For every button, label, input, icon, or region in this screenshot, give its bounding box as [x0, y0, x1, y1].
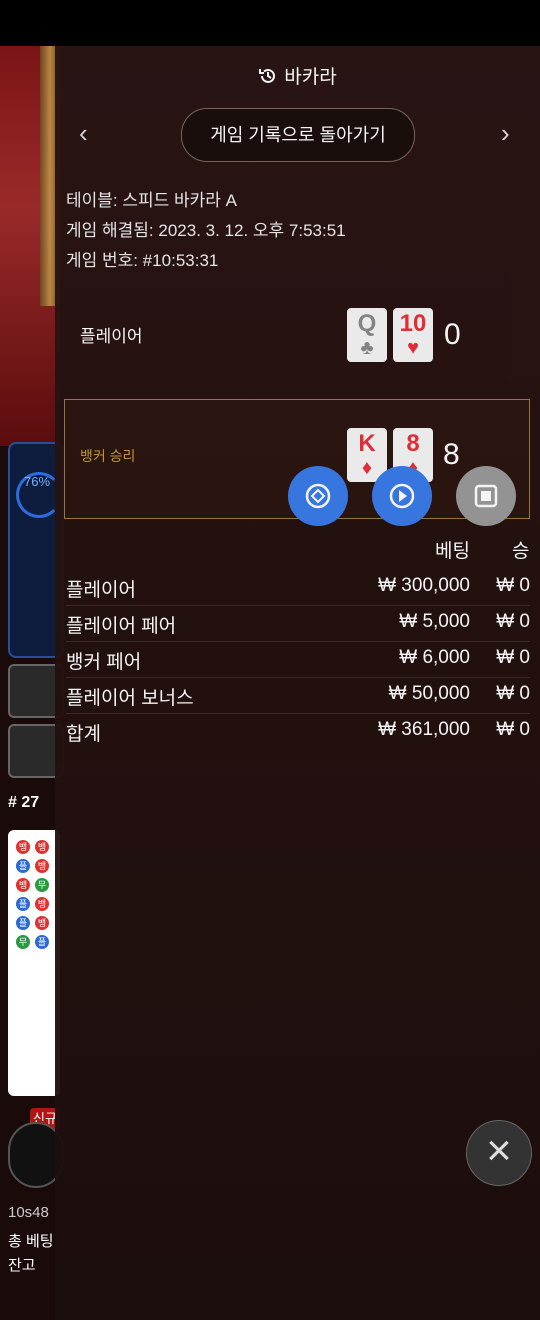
rotate-icon — [305, 483, 331, 509]
total-win: ₩ 0 — [496, 719, 530, 740]
road-dot: 뱅 — [16, 840, 30, 854]
road-dot: 플 — [16, 916, 30, 930]
card-rank: Q — [357, 310, 377, 337]
game-number: 게임 번호: #10:53:31 — [66, 251, 219, 270]
bet-amount: ₩ 6,000 — [399, 647, 470, 668]
win-amount: ₩ 0 — [496, 647, 530, 668]
replay-icon — [389, 483, 415, 509]
close-button[interactable]: × — [466, 1120, 532, 1186]
table-total-row: 합계 ₩ 361,000 ₩ 0 — [66, 713, 530, 749]
table-row: 뱅커 페어 ₩ 6,000 ₩ 0 — [66, 641, 530, 678]
replay-button[interactable] — [372, 466, 432, 526]
card-rank: K — [358, 430, 376, 457]
win-amount: ₩ 0 — [496, 611, 530, 632]
road-dot: 뱅 — [35, 859, 49, 873]
status-bar — [0, 0, 540, 46]
win-column-header: 승 — [512, 541, 530, 562]
player-label: 플레이어 — [80, 327, 143, 346]
table-row: 플레이어 보너스 ₩ 50,000 ₩ 0 — [66, 677, 530, 714]
road-dot: 무 — [35, 878, 49, 892]
win-amount: ₩ 0 — [496, 683, 530, 704]
bet-amount: ₩ 50,000 — [388, 683, 470, 704]
panel-title: 바카라 — [284, 67, 337, 88]
bet-amount: ₩ 5,000 — [399, 611, 470, 632]
banker-win-label: 뱅커 승리 — [80, 448, 136, 464]
player-card-1: Q ♣ — [347, 308, 387, 362]
switch-view-button[interactable] — [288, 466, 348, 526]
player-card-2: 10 ♥ — [393, 308, 433, 362]
bet-column-header: 베팅 — [435, 541, 470, 562]
resolved-time: 게임 해결됨: 2023. 3. 12. 오후 7:53:51 — [66, 221, 346, 240]
roadmap: 뱅 뱅 플 뱅 뱅 무 플 뱅 플 뱅 무 플 — [8, 830, 60, 1096]
table-row: 플레이어 페어 ₩ 5,000 ₩ 0 — [66, 605, 530, 642]
road-dot: 뱅 — [16, 878, 30, 892]
total-bet-label: 총 베팅 — [8, 1233, 54, 1250]
road-dot: 플 — [35, 935, 49, 949]
bet-name: 뱅커 페어 — [66, 652, 142, 673]
balance-label: 잔고 — [8, 1257, 36, 1274]
bet-name: 플레이어 — [66, 580, 136, 601]
history-icon — [258, 66, 278, 92]
username: 10s48 — [8, 1204, 49, 1221]
card-rank: 10 — [399, 310, 427, 337]
table-name: 테이블: 스피드 바카라 A — [66, 191, 237, 210]
card-rank: 8 — [406, 430, 420, 457]
road-dot: 뱅 — [35, 916, 49, 930]
close-icon: × — [486, 1126, 512, 1175]
total-bet: ₩ 361,000 — [378, 719, 470, 740]
round-number: # 27 — [8, 794, 40, 811]
win-amount: ₩ 0 — [496, 575, 530, 596]
road-dot: 뱅 — [35, 840, 49, 854]
stop-icon — [474, 484, 498, 508]
table-row: 플레이어 ₩ 300,000 ₩ 0 — [66, 569, 530, 606]
back-to-history-button[interactable]: 게임 기록으로 돌아가기 — [181, 108, 415, 162]
bet-name: 플레이어 페어 — [66, 616, 177, 637]
player-score: 0 — [444, 318, 461, 351]
road-dot: 플 — [16, 859, 30, 873]
road-dot: 무 — [16, 935, 30, 949]
next-game-chevron-icon[interactable]: › — [501, 118, 510, 149]
prev-game-chevron-icon[interactable]: ‹ — [79, 118, 88, 149]
bet-amount: ₩ 300,000 — [378, 575, 470, 596]
total-label: 합계 — [66, 724, 101, 745]
club-icon: ♣ — [360, 337, 374, 359]
panel-header: 바카라 — [55, 62, 540, 92]
timer-percent: 76% — [24, 474, 51, 489]
road-dot: 뱅 — [35, 897, 49, 911]
stop-button[interactable] — [456, 466, 516, 526]
bet-name: 플레이어 보너스 — [66, 688, 194, 709]
heart-icon: ♥ — [407, 337, 419, 359]
road-dot: 플 — [16, 897, 30, 911]
